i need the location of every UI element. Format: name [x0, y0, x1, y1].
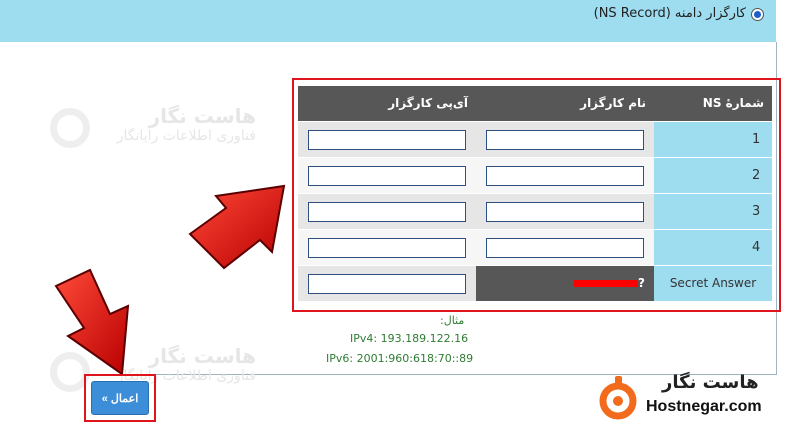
table-row: 1 — [298, 120, 772, 157]
apply-button[interactable]: اعمال » — [91, 381, 149, 415]
ns2-ip-input[interactable] — [308, 165, 466, 186]
secret-answer-cell — [298, 264, 476, 301]
ns-number-3: 3 — [654, 192, 772, 229]
secret-answer-label: Secret Answer — [654, 264, 772, 301]
table-row: 3 — [298, 192, 772, 229]
ipv4-example: IPv4: 193.189.122.16 — [350, 332, 469, 345]
ns-record-option-bar: کارگزار دامنه (NS Record) — [0, 0, 776, 42]
ns-record-table: شمارهٔ NS نام کارگزار آی‌پی کارگزار 1 2 … — [298, 86, 772, 301]
watermark-left: هاست نگار فناوری اطلاعات رایانگار — [96, 104, 256, 144]
table-header-row: شمارهٔ NS نام کارگزار آی‌پی کارگزار — [298, 86, 772, 121]
ns-record-radio[interactable] — [751, 8, 764, 21]
brand-name-fa: هاست نگار — [662, 372, 759, 393]
ns3-name-input[interactable] — [486, 201, 644, 222]
server-ip-cell — [298, 156, 476, 193]
ns-record-radio-label: کارگزار دامنه (NS Record) — [593, 6, 746, 21]
example-label: مثال: — [440, 314, 465, 327]
ns-number-2: 2 — [654, 156, 772, 193]
table-row: 4 — [298, 228, 772, 265]
ns3-ip-input[interactable] — [308, 201, 466, 222]
secret-question: ? — [476, 264, 654, 301]
server-name-cell — [476, 192, 654, 229]
watermark-logo-icon — [50, 108, 90, 148]
ns-number-4: 4 — [654, 228, 772, 265]
watermark-title: هاست نگار — [148, 104, 256, 128]
ns4-name-input[interactable] — [486, 237, 644, 258]
ns1-name-input[interactable] — [486, 129, 644, 150]
arrow-down-icon — [54, 268, 130, 376]
ipv6-example: IPv6: 2001:960:618:70::89 — [326, 352, 474, 365]
brand-name-en: Hostnegar.com — [646, 398, 762, 415]
column-header-server-name: نام کارگزار — [476, 86, 654, 121]
secret-question-mark: ? — [638, 276, 645, 291]
brand-logo: هاست نگار Hostnegar.com — [590, 370, 790, 430]
redacted-question-text — [574, 280, 638, 288]
table-row: 2 — [298, 156, 772, 193]
column-header-server-ip: آی‌پی کارگزار — [298, 86, 476, 121]
server-name-cell — [476, 228, 654, 265]
server-ip-cell — [298, 228, 476, 265]
ns1-ip-input[interactable] — [308, 129, 466, 150]
secret-answer-row: Secret Answer ? — [298, 264, 772, 301]
ns2-name-input[interactable] — [486, 165, 644, 186]
server-name-cell — [476, 156, 654, 193]
server-name-cell — [476, 120, 654, 157]
ns-number-1: 1 — [654, 120, 772, 157]
ns4-ip-input[interactable] — [308, 237, 466, 258]
server-ip-cell — [298, 120, 476, 157]
hostnegar-logo-icon — [599, 376, 637, 420]
column-header-ns-number: شمارهٔ NS — [654, 86, 772, 121]
secret-answer-input[interactable] — [308, 273, 466, 294]
arrow-right-icon — [188, 184, 286, 270]
watermark-subtitle: فناوری اطلاعات رایانگار — [116, 128, 256, 144]
server-ip-cell — [298, 192, 476, 229]
